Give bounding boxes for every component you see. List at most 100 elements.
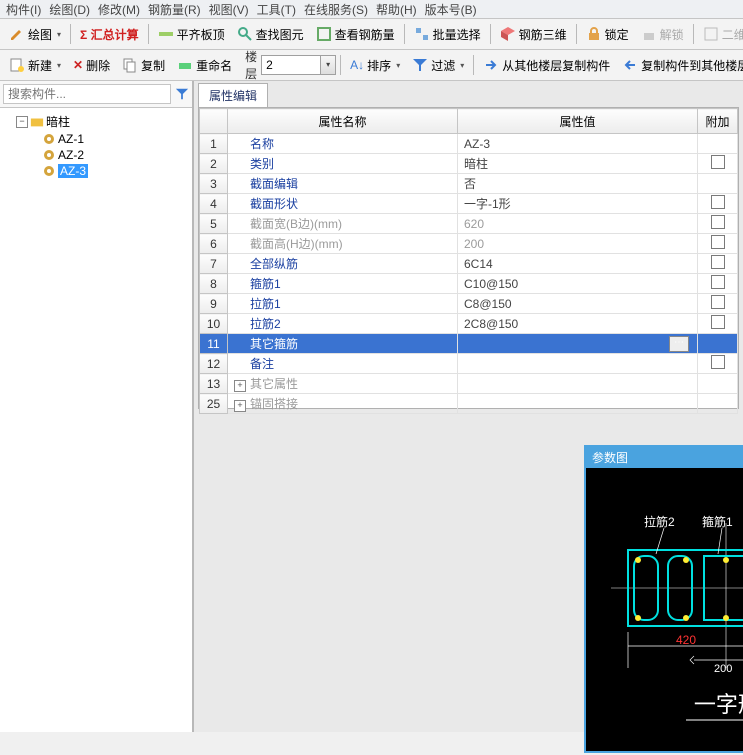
- col-value[interactable]: 属性值: [458, 109, 698, 134]
- extra-cell[interactable]: [698, 294, 738, 314]
- flatroof-button[interactable]: 平齐板顶: [153, 23, 230, 46]
- collapse-icon[interactable]: −: [16, 116, 28, 128]
- tree-item-selected[interactable]: AZ-3: [2, 163, 190, 179]
- checkbox[interactable]: [711, 155, 725, 169]
- table-row[interactable]: 1名称AZ-3: [200, 134, 738, 154]
- copyto-button[interactable]: 复制构件到其他楼层: [617, 54, 743, 77]
- dim2-button[interactable]: 二维▾: [698, 23, 743, 46]
- checkbox[interactable]: [711, 355, 725, 369]
- extra-cell[interactable]: [698, 234, 738, 254]
- prop-name-cell[interactable]: +锚固搭接: [228, 394, 458, 414]
- extra-cell[interactable]: [698, 394, 738, 414]
- expand-icon[interactable]: +: [234, 400, 246, 412]
- checkbox[interactable]: [711, 195, 725, 209]
- parameter-diagram-window[interactable]: 参数图: [584, 445, 743, 753]
- bars3d-button[interactable]: 钢筋三维: [495, 23, 572, 46]
- prop-value-cell[interactable]: 暗柱: [458, 154, 698, 174]
- extra-cell[interactable]: [698, 134, 738, 154]
- floor-combo[interactable]: ▾: [261, 55, 336, 75]
- chevron-down-icon[interactable]: ▾: [320, 56, 335, 74]
- rename-button[interactable]: 重命名: [172, 54, 237, 77]
- prop-value-cell[interactable]: 6C14: [458, 254, 698, 274]
- extra-cell[interactable]: [698, 194, 738, 214]
- tree-item[interactable]: AZ-1: [2, 131, 190, 147]
- table-row[interactable]: 4截面形状一字-1形: [200, 194, 738, 214]
- prop-name-cell[interactable]: 箍筋1: [228, 274, 458, 294]
- prop-value-cell[interactable]: 否: [458, 174, 698, 194]
- prop-value-cell[interactable]: C8@150: [458, 294, 698, 314]
- menu-item[interactable]: 版本号(​B): [421, 1, 481, 18]
- menu-item[interactable]: 视图(​V): [205, 1, 253, 18]
- table-row[interactable]: 12备注: [200, 354, 738, 374]
- sort-button[interactable]: A↓排序▾: [345, 54, 405, 77]
- extra-cell[interactable]: [698, 174, 738, 194]
- filter-button[interactable]: 过滤▾: [407, 54, 469, 77]
- ellipsis-button[interactable]: ⋯: [669, 336, 689, 352]
- menu-item[interactable]: 工具(​T): [253, 1, 300, 18]
- prop-value-cell[interactable]: 2C8@150: [458, 314, 698, 334]
- extra-cell[interactable]: [698, 314, 738, 334]
- col-name[interactable]: 属性名称: [228, 109, 458, 134]
- prop-name-cell[interactable]: +其它属性: [228, 374, 458, 394]
- prop-name-cell[interactable]: 名称: [228, 134, 458, 154]
- checkbox[interactable]: [711, 215, 725, 229]
- extra-cell[interactable]: [698, 354, 738, 374]
- diagram-title[interactable]: 参数图: [586, 447, 743, 468]
- prop-name-cell[interactable]: 拉筋2: [228, 314, 458, 334]
- prop-name-cell[interactable]: 截面高(H边)(mm): [228, 234, 458, 254]
- copyfrom-button[interactable]: 从其他楼层复制构件: [478, 54, 615, 77]
- checkbox[interactable]: [711, 295, 725, 309]
- sum-button[interactable]: Σ 汇总计算: [75, 23, 144, 46]
- prop-value-cell[interactable]: ⋯: [458, 334, 698, 354]
- table-row[interactable]: 7全部纵筋6C14: [200, 254, 738, 274]
- checkbox[interactable]: [711, 235, 725, 249]
- prop-name-cell[interactable]: 备注: [228, 354, 458, 374]
- menu-item[interactable]: 帮助(​H): [372, 1, 421, 18]
- extra-cell[interactable]: [698, 154, 738, 174]
- floor-input[interactable]: [262, 57, 320, 73]
- checkbox[interactable]: [711, 275, 725, 289]
- prop-value-cell[interactable]: [458, 354, 698, 374]
- prop-name-cell[interactable]: 全部纵筋: [228, 254, 458, 274]
- funnel-icon[interactable]: [175, 87, 189, 101]
- unlock-button[interactable]: 解锁: [636, 23, 689, 46]
- table-row[interactable]: 13+其它属性: [200, 374, 738, 394]
- copy-button[interactable]: 复制: [117, 54, 170, 77]
- checkbox[interactable]: [711, 255, 725, 269]
- new-button[interactable]: 新建▾: [4, 54, 66, 77]
- prop-name-cell[interactable]: 截面编辑: [228, 174, 458, 194]
- findelem-button[interactable]: 查找图元: [232, 23, 309, 46]
- table-row[interactable]: 8箍筋1C10@150: [200, 274, 738, 294]
- batchsel-button[interactable]: 批量选择: [409, 23, 486, 46]
- prop-name-cell[interactable]: 其它箍筋: [228, 334, 458, 354]
- prop-value-cell[interactable]: 200: [458, 234, 698, 254]
- prop-name-cell[interactable]: 拉筋1: [228, 294, 458, 314]
- tab-properties[interactable]: 属性编辑: [198, 83, 268, 107]
- prop-name-cell[interactable]: 类别: [228, 154, 458, 174]
- table-row[interactable]: 2类别暗柱: [200, 154, 738, 174]
- table-row[interactable]: 5截面宽(B边)(mm)620: [200, 214, 738, 234]
- tree-root[interactable]: − 暗柱: [2, 112, 190, 131]
- extra-cell[interactable]: [698, 274, 738, 294]
- extra-cell[interactable]: [698, 214, 738, 234]
- lock-button[interactable]: 锁定: [581, 23, 634, 46]
- extra-cell[interactable]: [698, 374, 738, 394]
- prop-value-cell[interactable]: [458, 374, 698, 394]
- table-row[interactable]: 25+锚固搭接: [200, 394, 738, 414]
- search-input[interactable]: [3, 84, 171, 104]
- prop-value-cell[interactable]: 620: [458, 214, 698, 234]
- viewbars-button[interactable]: 查看钢筋量: [311, 23, 400, 46]
- extra-cell[interactable]: [698, 334, 738, 354]
- prop-name-cell[interactable]: 截面形状: [228, 194, 458, 214]
- prop-value-cell[interactable]: 一字-1形: [458, 194, 698, 214]
- menu-item[interactable]: 构件(​I): [2, 1, 45, 18]
- table-row[interactable]: 3截面编辑否: [200, 174, 738, 194]
- expand-icon[interactable]: +: [234, 380, 246, 392]
- menu-item[interactable]: 在线服务(​S): [300, 1, 372, 18]
- col-extra[interactable]: 附加: [698, 109, 738, 134]
- prop-value-cell[interactable]: [458, 394, 698, 414]
- checkbox[interactable]: [711, 315, 725, 329]
- tree-item[interactable]: AZ-2: [2, 147, 190, 163]
- table-row[interactable]: 10拉筋22C8@150: [200, 314, 738, 334]
- menu-item[interactable]: 绘图(​D): [45, 1, 94, 18]
